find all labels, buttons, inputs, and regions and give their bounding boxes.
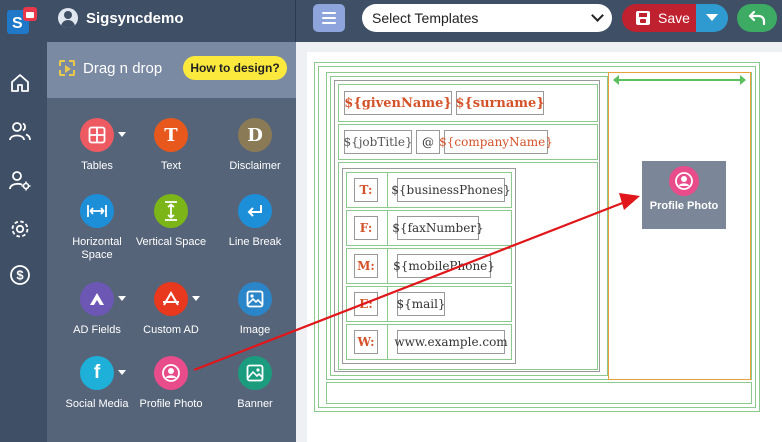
chevron-down-icon (591, 9, 604, 22)
horizontal-space-icon (80, 194, 114, 228)
caret-down-icon[interactable] (192, 296, 200, 301)
line-break-icon (238, 194, 272, 228)
surname-field[interactable]: ${surname} (455, 91, 545, 115)
tool-label: Line Break (228, 236, 282, 248)
tool-vertical-space[interactable]: Vertical Space (131, 194, 211, 249)
tool-ad-fields[interactable]: AD Fields (57, 282, 137, 337)
undo-button[interactable] (737, 4, 777, 32)
tool-social-media[interactable]: f Social Media (57, 356, 137, 411)
how-to-design-button[interactable]: How to design? (183, 56, 287, 80)
undo-arrow-icon (748, 10, 766, 26)
tool-profile-photo[interactable]: Profile Photo (131, 356, 211, 411)
given-name-field[interactable]: ${givenName} (344, 91, 452, 115)
facebook-icon: f (80, 356, 114, 390)
at-separator[interactable]: @ (416, 130, 440, 154)
profile-photo-icon (154, 356, 188, 390)
company-name-field[interactable]: ${companyName} (439, 130, 553, 154)
job-title-field[interactable]: ${jobTitle} (343, 130, 413, 154)
user-name: Sigsyncdemo (86, 9, 184, 27)
tool-label: Text (160, 160, 182, 172)
tool-label: Horizontal Space (72, 236, 122, 261)
profile-photo-label: Profile Photo (649, 200, 719, 212)
panel-title: Drag n drop (83, 60, 163, 77)
svg-text:$: $ (16, 268, 24, 283)
contact-value[interactable]: ${businessPhones} (391, 178, 511, 202)
gear-icon[interactable] (9, 218, 31, 240)
bottom-row[interactable] (326, 382, 752, 404)
tool-label: Banner (237, 398, 273, 410)
profile-photo-placeholder[interactable]: Profile Photo (642, 161, 726, 229)
app-logo-icon[interactable]: S (5, 4, 39, 38)
tool-label: Disclaimer (229, 160, 281, 172)
vertical-space-icon (154, 194, 188, 228)
tool-tables[interactable]: Tables (57, 118, 137, 173)
tool-label: Social Media (65, 398, 129, 410)
tool-image[interactable]: Image (215, 282, 295, 337)
user-menu[interactable]: Sigsyncdemo (58, 0, 184, 36)
banner-icon (238, 356, 272, 390)
space-left-arrow-icon (613, 75, 619, 85)
save-dropdown-button[interactable] (696, 4, 728, 32)
contact-key[interactable]: W: (354, 330, 378, 354)
horizontal-space[interactable] (614, 79, 745, 81)
caret-down-icon[interactable] (118, 296, 126, 301)
left-nav-rail: $ (0, 42, 47, 442)
contact-key[interactable]: E: (354, 292, 378, 316)
text-icon: T (154, 118, 188, 152)
contact-key[interactable]: F: (354, 216, 378, 240)
save-label: Save (658, 10, 690, 26)
panel-header: Drag n drop How to design? (47, 42, 296, 98)
custom-ad-icon (154, 282, 188, 316)
contact-key[interactable]: T: (354, 178, 378, 202)
template-select[interactable]: Select Templates (362, 4, 612, 32)
tool-horizontal-space[interactable]: Horizontal Space (57, 194, 137, 262)
ad-fields-icon (80, 282, 114, 316)
drag-drop-icon (59, 60, 75, 76)
save-button[interactable]: Save (622, 4, 696, 32)
template-select-value: Select Templates (372, 10, 479, 26)
contact-key[interactable]: M: (354, 254, 378, 278)
divider (295, 0, 296, 42)
contact-value[interactable]: ${faxNumber} (392, 216, 484, 240)
image-icon (238, 282, 272, 316)
disclaimer-icon: D (238, 118, 272, 152)
floppy-disk-icon (636, 11, 650, 25)
top-bar: S Sigsyncdemo Select Templates Save (0, 0, 782, 42)
users-icon[interactable] (9, 120, 31, 142)
tool-custom-ad[interactable]: Custom AD (131, 282, 211, 337)
table-icon (80, 118, 114, 152)
caret-down-icon[interactable] (118, 132, 126, 137)
tool-label: Vertical Space (135, 236, 207, 248)
profile-photo-icon (669, 166, 699, 196)
user-settings-icon[interactable] (9, 169, 31, 191)
contact-value[interactable]: ${mail} (396, 292, 446, 316)
tool-label: Tables (81, 160, 113, 172)
tool-text[interactable]: T Text (131, 118, 211, 173)
tool-label: Image (239, 324, 271, 336)
user-avatar-icon (58, 8, 78, 28)
svg-text:S: S (12, 15, 23, 32)
drag-drop-panel: Drag n drop How to design? Tables T Text D D… (47, 42, 296, 442)
tool-line-break[interactable]: Line Break (215, 194, 295, 249)
hamburger-menu-button[interactable] (313, 4, 345, 32)
tool-banner[interactable]: Banner (215, 356, 295, 411)
home-icon[interactable] (9, 72, 31, 94)
tool-label: Custom AD (143, 324, 199, 336)
tool-label: AD Fields (73, 324, 121, 336)
billing-dollar-icon[interactable]: $ (9, 264, 31, 286)
space-right-arrow-icon (740, 75, 746, 85)
caret-down-icon[interactable] (118, 370, 126, 375)
tool-disclaimer[interactable]: D Disclaimer (215, 118, 295, 173)
tool-label: Profile Photo (139, 398, 203, 410)
contact-value[interactable]: ${mobilePhone} (393, 254, 495, 278)
contact-value[interactable]: www.example.com (394, 330, 508, 354)
